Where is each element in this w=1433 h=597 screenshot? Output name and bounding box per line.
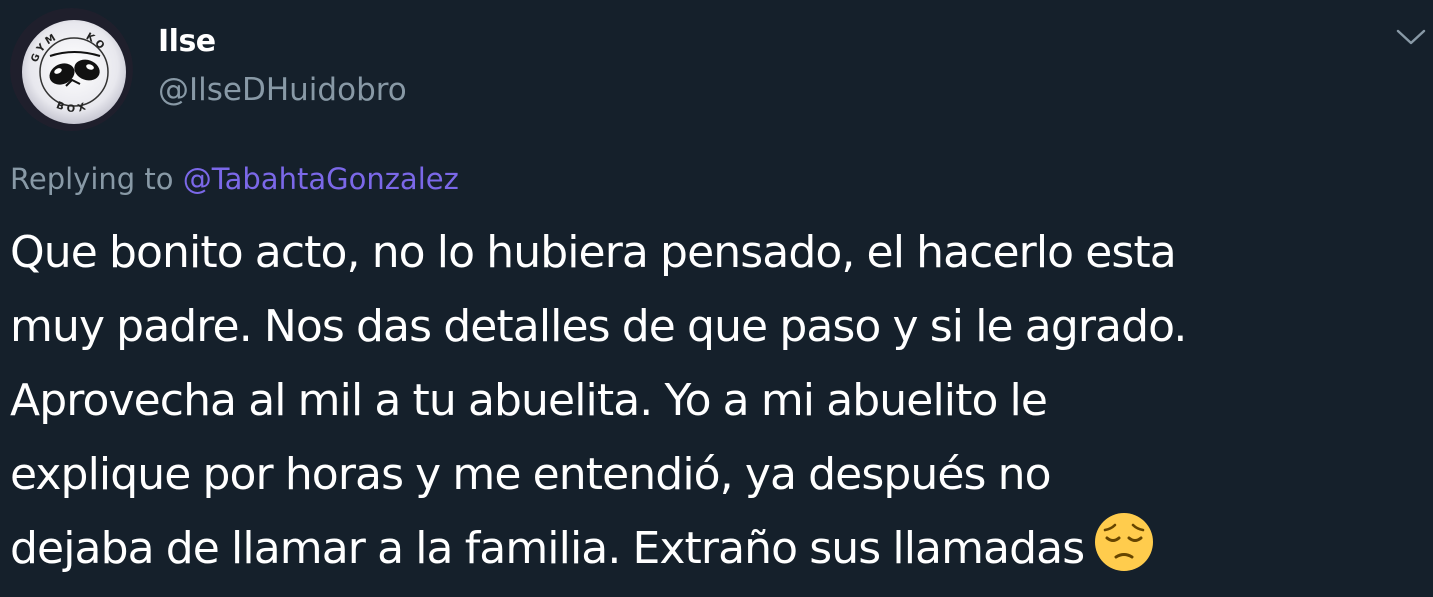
tweet-text-last-line: dejaba de llamar a la familia. Extraño s… [10, 512, 1425, 586]
gym-ko-box-logo-icon: GYM KO BOX [10, 8, 133, 131]
pensive-face-emoji-icon [1094, 512, 1154, 572]
user-handle[interactable]: @IlseDHuidobro [158, 72, 407, 108]
tweet-card: GYM KO BOX Ilse @IlseDHuidobro Replying … [0, 0, 1433, 597]
chevron-down-icon[interactable] [1394, 24, 1428, 50]
avatar[interactable]: GYM KO BOX [10, 8, 133, 131]
display-name[interactable]: Ilse [158, 24, 216, 59]
tweet-text-line: Aprovecha al mil a tu abuelita. Yo a mi … [10, 375, 1048, 426]
replying-to-label: Replying to [10, 162, 183, 196]
tweet-text-line: muy padre. Nos das detalles de que paso … [10, 301, 1187, 352]
tweet-text: Que bonito acto, no lo hubiera pensado, … [10, 216, 1425, 586]
tweet-text-line: explique por horas y me entendió, ya des… [10, 449, 1052, 500]
tweet-text-line: dejaba de llamar a la familia. Extraño s… [10, 523, 1085, 574]
reply-to-handle-link[interactable]: @TabahtaGonzalez [183, 162, 459, 196]
replying-to: Replying to @TabahtaGonzalez [10, 162, 459, 196]
tweet-text-line: Que bonito acto, no lo hubiera pensado, … [10, 227, 1177, 278]
